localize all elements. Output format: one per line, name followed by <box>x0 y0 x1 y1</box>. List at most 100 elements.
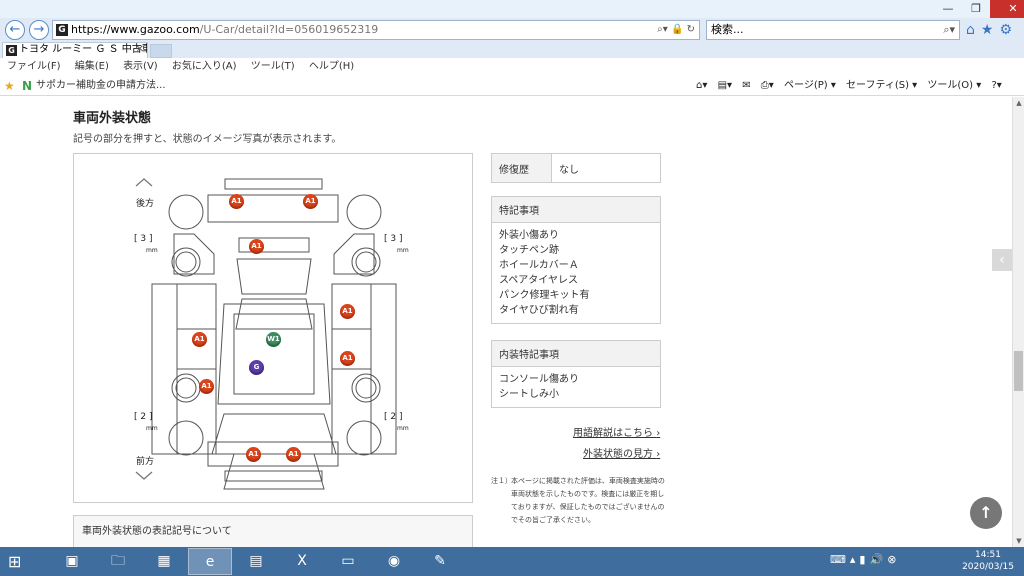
page-scrollbar[interactable]: ▲ ▼ <box>1012 97 1024 547</box>
menu-file[interactable]: ファイル(F) <box>7 58 61 76</box>
minimize-button[interactable]: — <box>934 0 962 18</box>
print-icon[interactable]: ⎙▾ <box>761 80 774 91</box>
menu-help[interactable]: ヘルプ(H) <box>309 58 354 76</box>
list-item: タッチペン跡 <box>499 245 559 256</box>
taskbar-app-monitor-icon[interactable]: ▭ <box>326 548 370 575</box>
home-cmd-icon[interactable]: ⌂▾ <box>696 80 707 91</box>
damage-mark[interactable]: A1 <box>246 447 261 462</box>
damage-mark[interactable]: A1 <box>229 194 244 209</box>
scroll-up-icon[interactable]: ▲ <box>1013 97 1024 109</box>
damage-mark[interactable]: A1 <box>249 239 264 254</box>
volume-icon[interactable]: 🔊 <box>869 553 887 566</box>
system-tray: ⌨▴▮🔊⊗ <box>830 553 900 566</box>
taskbar-app-control-panel-icon[interactable]: ▣ <box>50 548 94 575</box>
list-item: タイヤひび割れ有 <box>499 305 579 316</box>
close-circle-icon[interactable]: ⊗ <box>887 553 900 566</box>
taskbar-app-ie-icon[interactable]: e <box>188 548 232 575</box>
cmd-tools[interactable]: ツール(O) ▾ <box>927 80 981 91</box>
cmd-safety[interactable]: セーフティ(S) ▾ <box>846 80 917 91</box>
tab-title: トヨタ ルーミー Ｇ Ｓ 中古車詳... <box>19 44 147 55</box>
interior-notes-title: 内装特記事項 <box>492 341 660 367</box>
new-tab-button[interactable] <box>150 44 172 58</box>
list-item: ホイールカバーＡ <box>499 260 579 271</box>
search-icon[interactable]: ⌕▾ <box>943 21 955 39</box>
scroll-top-button[interactable]: ↑ <box>970 497 1002 529</box>
search-input[interactable]: 検索... ⌕▾ <box>706 20 960 40</box>
taskbar-app-paint-icon[interactable]: ✎ <box>418 548 462 575</box>
damage-mark[interactable]: G <box>249 360 264 375</box>
page-title: 車両外装状態 <box>73 111 152 126</box>
window-titlebar: — ❐ ✕ <box>0 0 1024 18</box>
list-item: パンク修理キット有 <box>499 290 590 301</box>
tread-rear-left: [ 3 ] <box>134 234 153 244</box>
scroll-thumb[interactable] <box>1014 351 1023 391</box>
special-notes-list: 外装小傷あり タッチペン跡 ホイールカバーＡ スペアタイヤレス パンク修理キット… <box>492 223 660 323</box>
footnote: 注１） 本ページに掲載された評価は、車両検査実施時の車両状態を示したものです。検… <box>491 475 671 527</box>
damage-mark[interactable]: A1 <box>340 351 355 366</box>
tab-close-icon[interactable]: ✕ <box>136 43 144 57</box>
taskbar-app-media-icon[interactable]: ◉ <box>372 548 416 575</box>
restore-button[interactable]: ❐ <box>962 0 990 18</box>
favorites-add-icon[interactable]: ★ <box>4 76 15 96</box>
taskbar-clock[interactable]: 14:51 2020/03/15 <box>958 549 1018 573</box>
tab-favicon-icon: G <box>6 45 17 56</box>
damage-mark[interactable]: A1 <box>192 332 207 347</box>
close-button[interactable]: ✕ <box>990 0 1024 18</box>
menu-tools[interactable]: ツール(T) <box>251 58 295 76</box>
windows-start-icon[interactable]: ⊞ <box>8 552 28 572</box>
lock-icon[interactable]: 🔒 <box>671 24 683 35</box>
special-notes-title: 特記事項 <box>492 197 660 223</box>
menu-edit[interactable]: 編集(E) <box>75 58 109 76</box>
menu-view[interactable]: 表示(V) <box>123 58 158 76</box>
tread-rear-right: [ 3 ] <box>384 234 403 244</box>
gear-icon[interactable]: ⚙ <box>999 22 1018 38</box>
refresh-icon[interactable]: ↻ <box>687 24 695 35</box>
help-icon[interactable]: ?▾ <box>991 80 1001 91</box>
taskbar-app-explorer-icon[interactable]: 🗀 <box>96 548 140 575</box>
damage-mark[interactable]: A1 <box>199 379 214 394</box>
command-bar: ⌂▾ ▤▾ ✉ ⎙▾ ページ(P) ▾ セーフティ(S) ▾ ツール(O) ▾ … <box>696 76 1009 96</box>
howto-link[interactable]: 外装状態の見方 › <box>583 445 660 460</box>
address-toolbar: ← → G https://www.gazoo.com/U-Car/detail… <box>0 18 1024 42</box>
search-dropdown-icon[interactable]: ⌕▾ <box>657 24 668 35</box>
list-item: 外装小傷あり <box>499 230 559 241</box>
damage-mark[interactable]: W1 <box>266 332 281 347</box>
glossary-link[interactable]: 用語解説はこちら › <box>573 424 660 439</box>
network-icon[interactable]: ▮ <box>859 553 869 566</box>
tread-unit: mm <box>397 247 409 254</box>
rear-label: 後方 <box>136 199 155 209</box>
menu-bar: ファイル(F) 編集(E) 表示(V) お気に入り(A) ツール(T) ヘルプ(… <box>0 58 1024 76</box>
mail-icon[interactable]: ✉ <box>742 80 750 91</box>
list-item: シートしみ小 <box>499 389 559 400</box>
url-actions: ⌕▾ 🔒 ↻ <box>657 21 695 39</box>
favorite-link[interactable]: サポカー補助金の申請方法... <box>36 76 166 96</box>
tread-unit: mm <box>146 247 158 254</box>
clock-time: 14:51 <box>975 550 1001 560</box>
address-bar[interactable]: G https://www.gazoo.com/U-Car/detail?Id=… <box>52 20 700 40</box>
keyboard-icon[interactable]: ⌨ <box>830 553 850 566</box>
damage-mark[interactable]: A1 <box>286 447 301 462</box>
taskbar-app-store-icon[interactable]: ▦ <box>142 548 186 575</box>
tray-up-icon[interactable]: ▴ <box>850 553 860 566</box>
cmd-page[interactable]: ページ(P) ▾ <box>784 80 836 91</box>
scroll-down-icon[interactable]: ▼ <box>1013 535 1024 547</box>
favorites-star-icon[interactable]: ★ <box>981 22 1000 38</box>
taskbar-app-red-icon[interactable]: ▤ <box>234 548 278 575</box>
menu-favorites[interactable]: お気に入り(A) <box>172 58 237 76</box>
damage-mark[interactable]: A1 <box>340 304 355 319</box>
browser-right-icons: ⌂★⚙ <box>966 22 1018 38</box>
interior-notes-list: コンソール傷あり シートしみ小 <box>492 367 660 407</box>
damage-mark[interactable]: A1 <box>303 194 318 209</box>
chevron-right-icon: › <box>656 449 661 460</box>
forward-button[interactable]: → <box>29 20 49 40</box>
taskbar-app-excel-icon[interactable]: X <box>280 548 324 575</box>
tab-active[interactable]: G トヨタ ルーミー Ｇ Ｓ 中古車詳... ✕ <box>2 42 148 58</box>
page-content: 車両外装状態 記号の部分を押すと、状態のイメージ写真が表示されます。 後方 前方… <box>0 97 1012 547</box>
home-icon[interactable]: ⌂ <box>966 22 981 38</box>
front-label: 前方 <box>136 457 155 467</box>
feeds-icon[interactable]: ▤▾ <box>718 80 732 91</box>
vehicle-diagram: 後方 前方 [ 3 ] mm [ 3 ] mm [ 2 ] mm [ 2 ] m… <box>73 153 473 503</box>
back-button[interactable]: ← <box>5 20 25 40</box>
list-item: コンソール傷あり <box>499 374 579 385</box>
side-chevron-left-icon[interactable]: ‹ <box>992 249 1012 271</box>
